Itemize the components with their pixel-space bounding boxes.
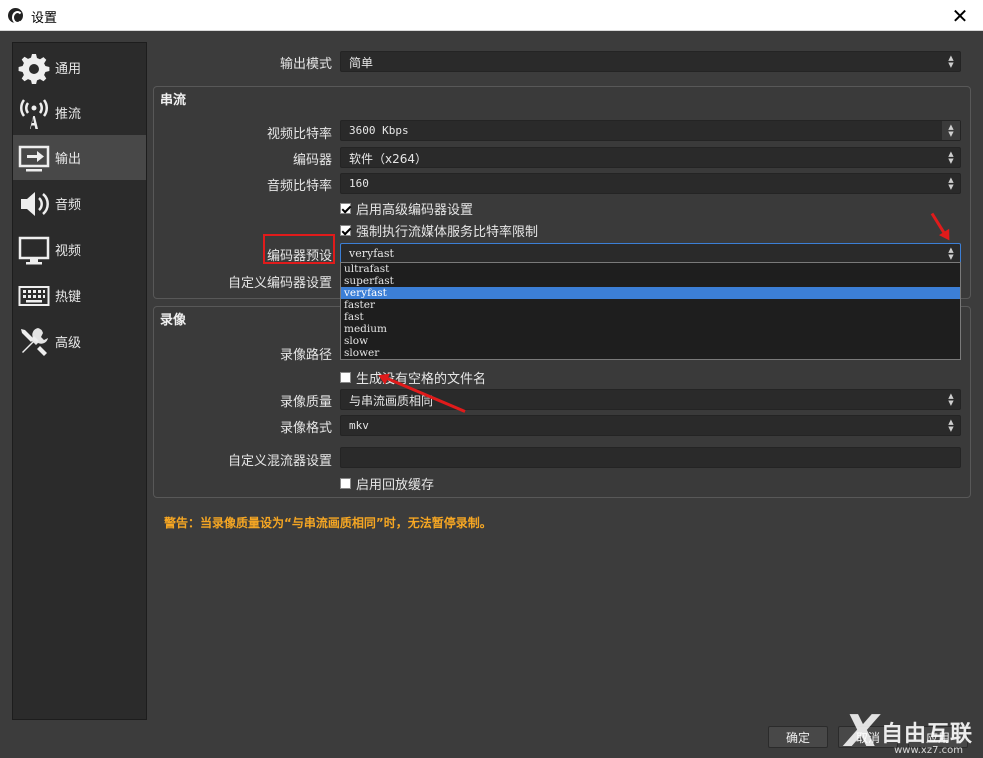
audio-bitrate-value: 160 bbox=[349, 177, 369, 190]
encoder-label: 编码器 bbox=[292, 153, 332, 168]
sidebar-item-audio[interactable]: 音频 bbox=[13, 181, 146, 226]
streaming-group-title: 串流 bbox=[160, 93, 187, 108]
watermark-url: www.xz7.com bbox=[894, 745, 963, 756]
replay-buffer-checkbox[interactable]: 启用回放缓存 bbox=[340, 474, 434, 493]
custom-encoder-label: 自定义编码器设置 bbox=[227, 276, 332, 291]
video-bitrate-value: 3600 Kbps bbox=[349, 124, 409, 137]
tools-icon bbox=[16, 324, 52, 360]
dropdown-option[interactable]: slower bbox=[341, 347, 960, 359]
monitor-icon bbox=[16, 232, 52, 268]
ok-button[interactable]: 确定 bbox=[768, 726, 828, 748]
sidebar-item-label: 输出 bbox=[55, 152, 82, 167]
recording-format-label: 录像格式 bbox=[279, 421, 332, 436]
advanced-encoder-checkbox[interactable]: 启用高级编码器设置 bbox=[340, 199, 473, 218]
sidebar: 通用 推流 输出 音频 视频 热键 高级 bbox=[12, 42, 147, 720]
annotation-highlight-box bbox=[263, 234, 335, 264]
chevron-updown-icon: ▲ ▼ bbox=[948, 175, 954, 191]
dropdown-option[interactable]: fast bbox=[341, 311, 960, 323]
encoder-select[interactable]: 软件（x264） ▲ ▼ bbox=[340, 147, 961, 168]
watermark-logo-icon: X bbox=[845, 706, 879, 757]
warning-text: 警告：当录像质量设为“与串流画质相同”时，无法暂停录制。 bbox=[164, 516, 492, 530]
chevron-updown-icon: ▲ ▼ bbox=[948, 245, 954, 261]
chevron-updown-icon: ▲ ▼ bbox=[948, 417, 954, 433]
output-mode-select[interactable]: 简单 ▲ ▼ bbox=[340, 51, 961, 72]
output-mode-label: 输出模式 bbox=[279, 57, 332, 72]
sidebar-item-output[interactable]: 输出 bbox=[13, 135, 146, 180]
encoder-preset-dropdown: ultrafast superfast veryfast faster fast… bbox=[340, 262, 961, 360]
audio-bitrate-label: 音频比特率 bbox=[266, 179, 332, 194]
dropdown-option[interactable]: faster bbox=[341, 299, 960, 311]
speaker-icon bbox=[16, 186, 52, 222]
chevron-updown-icon: ▲ ▼ bbox=[948, 53, 954, 69]
dropdown-option[interactable]: slow bbox=[341, 335, 960, 347]
encoder-value: 软件（x264） bbox=[349, 152, 428, 166]
sidebar-item-advanced[interactable]: 高级 bbox=[13, 319, 146, 364]
recording-format-value: mkv bbox=[349, 419, 369, 432]
title-bar: 设置 ✕ bbox=[0, 0, 983, 31]
watermark: X 自由互联 www.xz7.com bbox=[845, 706, 973, 757]
enforce-limits-checkbox[interactable]: 强制执行流媒体服务比特率限制 bbox=[340, 221, 538, 240]
recording-path-label: 录像路径 bbox=[279, 348, 332, 363]
recording-group-title: 录像 bbox=[160, 313, 187, 328]
sidebar-item-label: 音频 bbox=[55, 198, 82, 213]
keyboard-icon bbox=[16, 278, 52, 314]
close-button[interactable]: ✕ bbox=[937, 0, 983, 31]
spin-arrows-icon[interactable]: ▲ ▼ bbox=[942, 121, 960, 140]
sidebar-item-hotkeys[interactable]: 热键 bbox=[13, 273, 146, 318]
dropdown-option-selected[interactable]: veryfast bbox=[341, 287, 960, 299]
sidebar-item-label: 视频 bbox=[55, 244, 82, 259]
custom-muxer-label: 自定义混流器设置 bbox=[227, 454, 332, 469]
sidebar-item-label: 通用 bbox=[55, 62, 82, 77]
broadcast-icon bbox=[16, 95, 52, 131]
chevron-updown-icon: ▲ ▼ bbox=[948, 391, 954, 407]
no-space-filename-checkbox[interactable]: 生成没有空格的文件名 bbox=[340, 368, 486, 387]
encoder-preset-value: veryfast bbox=[349, 247, 394, 260]
sidebar-item-label: 热键 bbox=[55, 290, 82, 305]
checkbox-unchecked-icon bbox=[340, 478, 351, 489]
sidebar-item-label: 高级 bbox=[55, 336, 82, 351]
video-bitrate-label: 视频比特率 bbox=[266, 127, 332, 142]
audio-bitrate-select[interactable]: 160 ▲ ▼ bbox=[340, 173, 961, 194]
recording-format-select[interactable]: mkv ▲ ▼ bbox=[340, 415, 961, 436]
video-bitrate-input[interactable]: 3600 Kbps ▲ ▼ bbox=[340, 120, 961, 141]
sidebar-item-general[interactable]: 通用 bbox=[13, 45, 146, 90]
recording-quality-value: 与串流画质相同 bbox=[349, 394, 434, 408]
checkbox-checked-icon bbox=[340, 203, 351, 214]
recording-quality-label: 录像质量 bbox=[279, 395, 332, 410]
advanced-encoder-label: 启用高级编码器设置 bbox=[356, 203, 474, 218]
replay-buffer-label: 启用回放缓存 bbox=[356, 478, 435, 493]
dropdown-option[interactable]: medium bbox=[341, 323, 960, 335]
dropdown-option[interactable]: ultrafast bbox=[341, 263, 960, 275]
sidebar-item-video[interactable]: 视频 bbox=[13, 227, 146, 272]
checkbox-checked-icon bbox=[340, 225, 351, 236]
no-space-filename-label: 生成没有空格的文件名 bbox=[356, 372, 487, 387]
output-monitor-icon bbox=[16, 140, 52, 176]
sidebar-item-label: 推流 bbox=[55, 107, 82, 122]
checkbox-unchecked-icon bbox=[340, 372, 351, 383]
chevron-updown-icon: ▲ ▼ bbox=[948, 149, 954, 165]
encoder-preset-select[interactable]: veryfast ▲ ▼ bbox=[340, 243, 961, 264]
dropdown-option[interactable]: superfast bbox=[341, 275, 960, 287]
watermark-text: 自由互联 bbox=[880, 722, 973, 747]
custom-muxer-input[interactable] bbox=[340, 447, 961, 468]
sidebar-item-stream[interactable]: 推流 bbox=[13, 90, 146, 135]
enforce-limits-label: 强制执行流媒体服务比特率限制 bbox=[356, 225, 539, 240]
obs-logo-icon bbox=[8, 8, 23, 24]
window-title: 设置 bbox=[31, 11, 58, 26]
output-mode-value: 简单 bbox=[349, 56, 374, 70]
gear-icon bbox=[16, 50, 52, 86]
